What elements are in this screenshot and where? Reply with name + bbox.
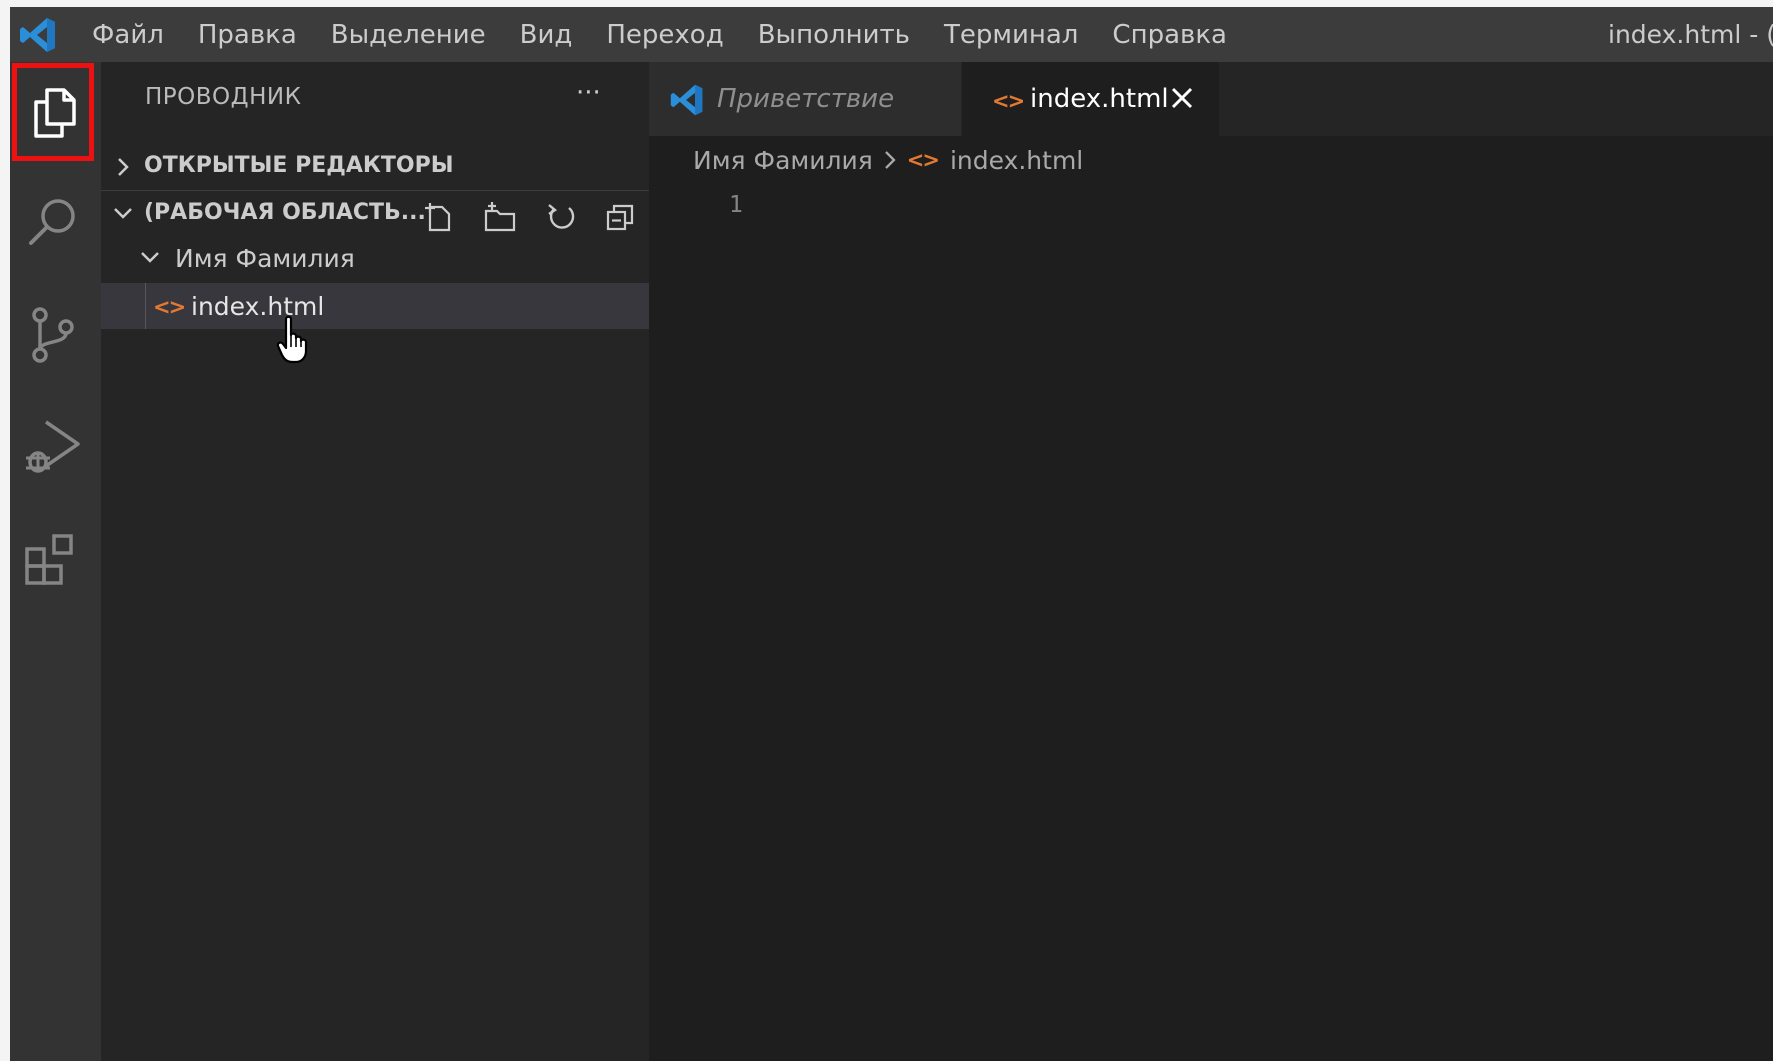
extensions-icon bbox=[25, 534, 73, 585]
tab-bar: Приветствие <> index.html bbox=[649, 62, 1773, 136]
window-title: index.html - ( bbox=[1608, 20, 1773, 49]
tab-index-html[interactable]: <> index.html bbox=[962, 62, 1219, 136]
html-file-icon: <> bbox=[906, 148, 940, 172]
tab-index-label: index.html bbox=[1030, 84, 1169, 114]
menu-help[interactable]: Справка bbox=[1112, 20, 1227, 50]
collapse-all-icon[interactable] bbox=[605, 201, 637, 233]
html-file-icon: <> bbox=[153, 295, 186, 319]
workspace-label: (РАБОЧАЯ ОБЛАСТЬ... bbox=[144, 200, 426, 225]
menu-view[interactable]: Вид bbox=[520, 20, 573, 50]
folder-tree-item[interactable]: Имя Фамилия bbox=[101, 238, 649, 280]
vscode-logo-icon bbox=[20, 18, 55, 52]
vscode-window: Файл Правка Выделение Вид Переход Выполн… bbox=[10, 7, 1773, 1061]
explorer-title: ПРОВОДНИК bbox=[145, 84, 302, 110]
new-folder-icon[interactable] bbox=[483, 201, 517, 233]
menu-edit[interactable]: Правка bbox=[198, 20, 297, 50]
title-bar: Файл Правка Выделение Вид Переход Выполн… bbox=[10, 7, 1773, 62]
workspace-section[interactable]: (РАБОЧАЯ ОБЛАСТЬ... bbox=[101, 190, 649, 235]
folder-label: Имя Фамилия bbox=[175, 244, 355, 273]
html-file-icon: <> bbox=[992, 89, 1025, 113]
chevron-right-icon bbox=[884, 151, 896, 169]
activity-explorer-button[interactable] bbox=[10, 62, 101, 162]
vscode-logo-icon bbox=[670, 84, 703, 116]
activity-source-control-button[interactable] bbox=[10, 286, 101, 386]
hand-pointer-cursor-icon bbox=[276, 315, 308, 364]
menu-bar: Файл Правка Выделение Вид Переход Выполн… bbox=[92, 7, 1261, 62]
new-file-icon[interactable] bbox=[423, 201, 455, 233]
breadcrumb-file[interactable]: index.html bbox=[950, 146, 1083, 175]
chevron-right-icon bbox=[118, 158, 129, 176]
open-editors-label: ОТКРЫТЫЕ РЕДАКТОРЫ bbox=[144, 153, 454, 178]
run-debug-icon bbox=[26, 420, 80, 473]
menu-run[interactable]: Выполнить bbox=[758, 20, 910, 50]
breadcrumb: Имя Фамилия <> index.html bbox=[693, 140, 1083, 180]
refresh-icon[interactable] bbox=[545, 201, 577, 233]
activity-search-button[interactable] bbox=[10, 174, 101, 274]
source-control-icon bbox=[32, 307, 74, 363]
open-editors-section[interactable]: ОТКРЫТЫЕ РЕДАКТОРЫ bbox=[101, 144, 649, 188]
files-icon bbox=[34, 88, 76, 138]
explorer-sidebar: ПРОВОДНИК ··· ОТКРЫТЫЕ РЕДАКТОРЫ (РАБОЧА… bbox=[101, 62, 649, 1061]
activity-bar bbox=[10, 62, 101, 1061]
breadcrumb-folder[interactable]: Имя Фамилия bbox=[693, 146, 873, 175]
menu-go[interactable]: Переход bbox=[606, 20, 723, 50]
search-icon bbox=[29, 199, 75, 245]
activity-run-debug-button[interactable] bbox=[10, 398, 101, 498]
chevron-down-icon bbox=[141, 252, 159, 263]
file-tree-item[interactable]: <> index.html bbox=[101, 283, 649, 329]
menu-selection[interactable]: Выделение bbox=[331, 20, 486, 50]
menu-file[interactable]: Файл bbox=[92, 20, 164, 50]
menu-terminal[interactable]: Терминал bbox=[944, 20, 1078, 50]
chevron-down-icon bbox=[114, 208, 132, 219]
activity-extensions-button[interactable] bbox=[10, 510, 101, 610]
close-icon[interactable] bbox=[1168, 84, 1196, 112]
editor-area: Приветствие <> index.html Имя Фамилия <>… bbox=[649, 62, 1773, 1061]
line-number: 1 bbox=[729, 192, 743, 218]
explorer-more-actions-button[interactable]: ··· bbox=[576, 78, 601, 108]
tab-welcome-label: Приветствие bbox=[717, 84, 895, 114]
indent-guide bbox=[145, 283, 146, 329]
tab-welcome[interactable]: Приветствие bbox=[649, 62, 962, 136]
